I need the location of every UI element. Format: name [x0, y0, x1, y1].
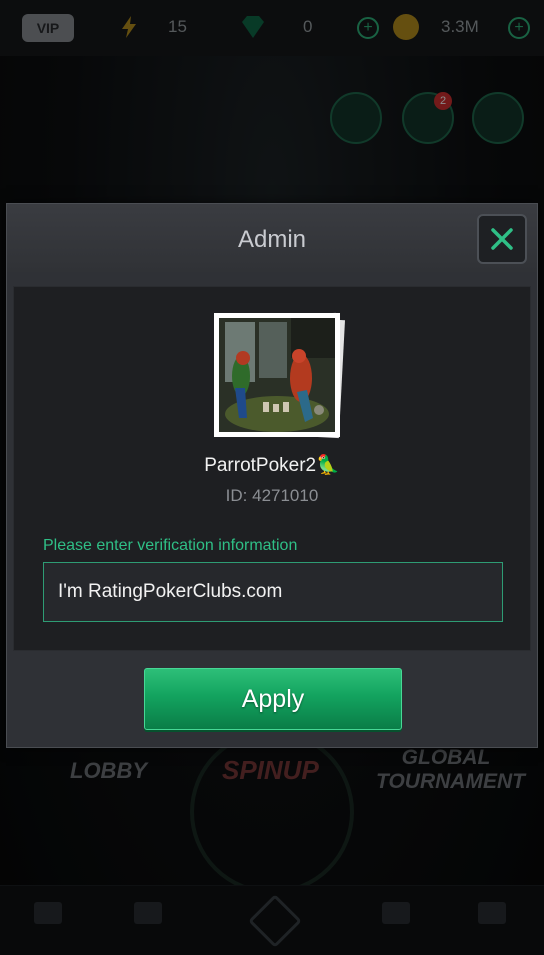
parrot-avatar-image: [219, 318, 335, 432]
dialog-body: ParrotPoker2🦜 ID: 4271010 Please enter v…: [13, 286, 531, 651]
dialog-header: Admin: [7, 204, 537, 272]
apply-button[interactable]: Apply: [144, 668, 402, 730]
avatar-stack: [210, 311, 346, 443]
user-id: ID: 4271010: [225, 486, 319, 505]
close-button[interactable]: [477, 214, 527, 264]
dialog-title: Admin: [237, 226, 307, 253]
verification-label: Please enter verification information: [43, 537, 298, 554]
close-icon: [491, 228, 513, 250]
admin-dialog: Admin ParrotPoker2🦜 ID: 4271010 Please e…: [6, 203, 538, 748]
avatar[interactable]: [214, 313, 340, 437]
verification-input[interactable]: [43, 562, 503, 622]
username: ParrotPoker2🦜: [204, 455, 340, 476]
